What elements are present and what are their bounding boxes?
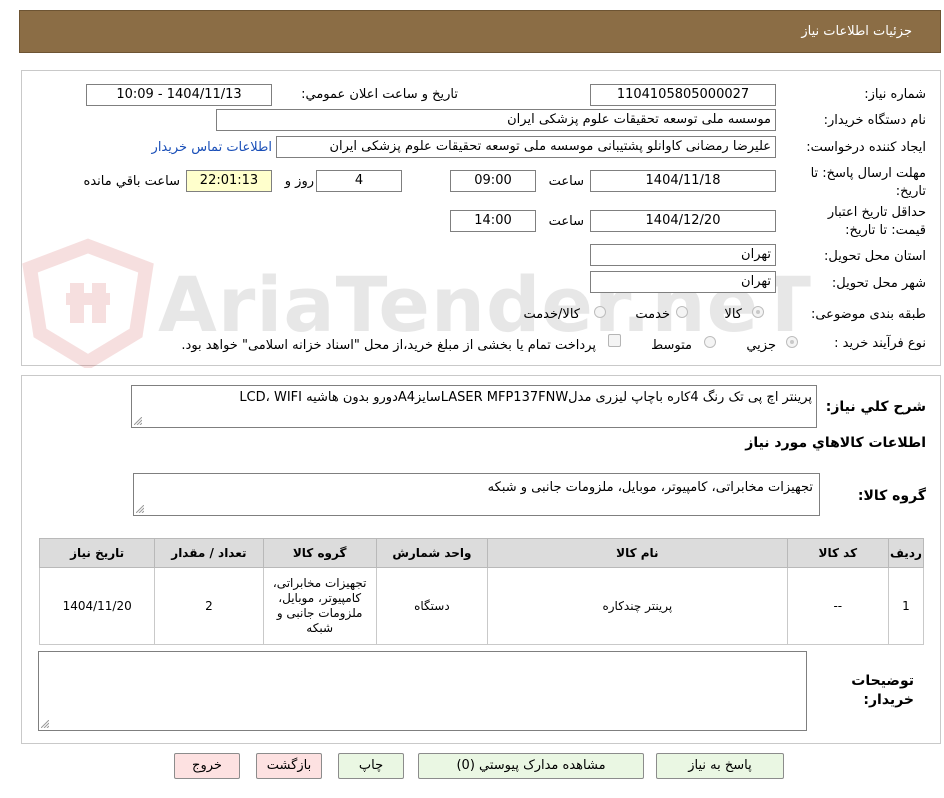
need-number-field: 1104105805000027 (590, 84, 776, 106)
province-label: استان محل تحویل: (824, 249, 926, 264)
validity-label-2: قیمت: تا تاریخ: (845, 223, 926, 238)
col-qty: تعداد / مقدار (154, 538, 264, 568)
category-option-goods-service: کالا/خدمت (523, 307, 580, 322)
category-option-service: خدمت (635, 307, 670, 322)
process-option-minor: جزيي (746, 338, 776, 353)
payment-checkbox[interactable] (608, 334, 621, 347)
buyer-org-label: نام دستگاه خریدار: (823, 113, 926, 128)
summary-label: شرح کلي نیاز: (825, 399, 926, 415)
cell-code: -- (786, 567, 889, 645)
col-group: گروه کالا (262, 538, 377, 568)
creator-label: ایجاد کننده درخواست: (806, 140, 926, 155)
process-radio-medium[interactable] (704, 336, 716, 348)
col-unit: واحد شمارش (375, 538, 489, 568)
validity-time-label: ساعت (548, 214, 584, 229)
cell-row: 1 (887, 567, 925, 645)
page-title: جزئیات اطلاعات نیاز (801, 24, 912, 39)
deadline-time-field: 09:00 (450, 170, 536, 192)
deadline-time-label: ساعت (548, 174, 584, 189)
summary-textarea: پرینتر اچ پی تک رنگ 4کاره باچاپ لیزری مد… (131, 385, 817, 428)
col-name: نام کالا (487, 538, 788, 568)
goods-table: ردیف کد کالا نام کالا واحد شمارش گروه کا… (38, 538, 925, 645)
validity-label-1: حداقل تاریخ اعتبار (827, 205, 926, 220)
payment-note: پرداخت تمام یا بخشی از مبلغ خرید،از محل … (181, 338, 596, 353)
cell-qty: 2 (154, 567, 264, 645)
remaining-time-field: 22:01:13 (186, 170, 272, 192)
cell-group: تجهیزات مخابراتی، کامپیوتر، موبایل، ملزو… (262, 567, 377, 645)
goods-group-text: تجهیزات مخابراتی، کامپیوتر، موبایل، ملزو… (487, 480, 813, 495)
col-date: تاریخ نیاز (38, 538, 156, 568)
announce-field: 1404/11/13 - 10:09 (86, 84, 272, 106)
validity-time-field: 14:00 (450, 210, 536, 232)
announce-label: تاریخ و ساعت اعلان عمومي: (301, 87, 458, 102)
remaining-label: ساعت باقي مانده (83, 174, 180, 189)
need-number-label: شماره نیاز: (864, 87, 926, 102)
process-option-medium: متوسط (651, 338, 692, 353)
city-label: شهر محل تحویل: (831, 276, 926, 291)
deadline-date-field: 1404/11/18 (590, 170, 776, 192)
city-field: تهران (590, 271, 776, 293)
resize-grip-icon[interactable] (134, 417, 142, 425)
category-radio-goods[interactable] (752, 306, 764, 318)
category-option-goods: کالا (724, 307, 742, 322)
contact-buyer-link[interactable]: اطلاعات تماس خریدار (152, 140, 272, 155)
deadline-label-2: تاریخ: (895, 184, 926, 199)
resize-grip-icon[interactable] (41, 720, 49, 728)
buyer-notes-label-2: خریدار: (863, 692, 914, 708)
summary-text: پرینتر اچ پی تک رنگ 4کاره باچاپ لیزری مد… (239, 390, 812, 405)
goods-info-title: اطلاعات کالاهاي مورد نیاز (745, 435, 926, 451)
deadline-label-1: مهلت ارسال پاسخ: تا (810, 166, 926, 181)
col-code: کد کالا (786, 538, 889, 568)
watermark-logo (22, 238, 154, 368)
cell-unit: دستگاه (375, 567, 489, 645)
creator-field: علیرضا رمضانی کاوانلو پشتیبانی موسسه ملی… (276, 136, 776, 158)
category-label: طبقه بندی موضوعی: (810, 307, 926, 322)
goods-table-header: ردیف کد کالا نام کالا واحد شمارش گروه کا… (38, 538, 925, 568)
goods-group-label: گروه کالا: (857, 488, 926, 504)
cell-date: 1404/11/20 (38, 567, 156, 645)
buyer-notes-textarea[interactable] (38, 651, 807, 731)
days-label: روز و (284, 174, 314, 189)
exit-button[interactable]: خروج (174, 753, 240, 779)
category-radio-goods-service[interactable] (594, 306, 606, 318)
page-header: جزئیات اطلاعات نیاز (19, 10, 941, 53)
resize-grip-icon[interactable] (136, 505, 144, 513)
goods-group-textarea: تجهیزات مخابراتی، کامپیوتر، موبایل، ملزو… (133, 473, 820, 516)
days-field: 4 (316, 170, 402, 192)
province-field: تهران (590, 244, 776, 266)
category-radio-service[interactable] (676, 306, 688, 318)
process-radio-minor[interactable] (786, 336, 798, 348)
back-button[interactable]: بازگشت (256, 753, 322, 779)
buyer-notes-label-1: توضیحات (851, 673, 914, 689)
process-label: نوع فرآیند خرید : (834, 336, 926, 351)
view-attachments-button[interactable]: مشاهده مدارک پیوستي (0) (418, 753, 644, 779)
buyer-org-field: موسسه ملی توسعه تحقیقات علوم پزشکی ایران (216, 109, 776, 131)
cell-name: پرینتر چندکاره (487, 567, 788, 645)
reply-button[interactable]: پاسخ به نیاز (656, 753, 784, 779)
col-row: ردیف (887, 538, 925, 568)
validity-date-field: 1404/12/20 (590, 210, 776, 232)
table-row: 1 -- پرینتر چندکاره دستگاه تجهیزات مخابر… (38, 567, 925, 645)
print-button[interactable]: چاپ (338, 753, 404, 779)
